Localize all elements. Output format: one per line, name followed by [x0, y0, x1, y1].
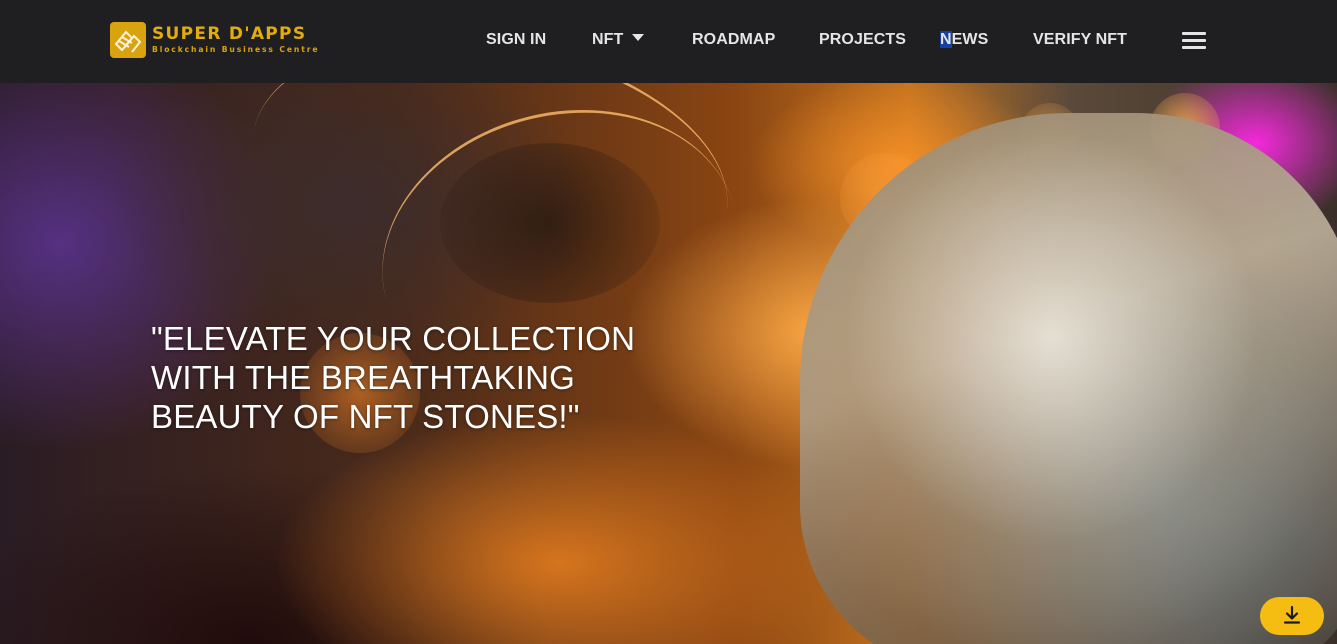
hero-quote-line-2: WITH THE BREATHTAKING [151, 359, 576, 396]
nft-stone-image [800, 113, 1337, 644]
brand-title: SUPER D'APPS [152, 24, 307, 45]
nav-news-first-letter: N [940, 31, 952, 48]
hero-quote: "ELEVATE YOUR COLLECTION WITH THE BREATH… [151, 319, 671, 436]
top-navbar: SUPER D'APPS Blockchain Business Centre … [0, 0, 1337, 83]
nav-nft-dropdown[interactable]: NFT [592, 31, 645, 49]
nav-sign-in[interactable]: SIGN IN [486, 31, 546, 49]
nav-news[interactable]: NEWS [940, 31, 988, 49]
hamburger-menu-icon[interactable] [1182, 31, 1206, 49]
nav-news-rest: EWS [951, 31, 989, 48]
brand-subtitle: Blockchain Business Centre [152, 45, 320, 55]
download-icon [1283, 605, 1301, 624]
nav-verify-nft[interactable]: VERIFY NFT [1033, 31, 1127, 49]
hero-quote-line-1: "ELEVATE YOUR COLLECTION [151, 320, 636, 357]
brand-logo[interactable]: SUPER D'APPS Blockchain Business Centre [110, 21, 319, 59]
nav-roadmap[interactable]: ROADMAP [692, 31, 775, 49]
hero-banner: "ELEVATE YOUR COLLECTION WITH THE BREATH… [0, 83, 1337, 644]
download-button[interactable] [1260, 597, 1324, 635]
hero-quote-line-3: BEAUTY OF NFT STONES!" [151, 398, 580, 435]
nav-projects[interactable]: PROJECTS [819, 31, 906, 49]
super-dapps-logo-icon [110, 22, 146, 58]
nav-nft-label: NFT [592, 31, 624, 48]
caret-down-icon [632, 34, 645, 41]
